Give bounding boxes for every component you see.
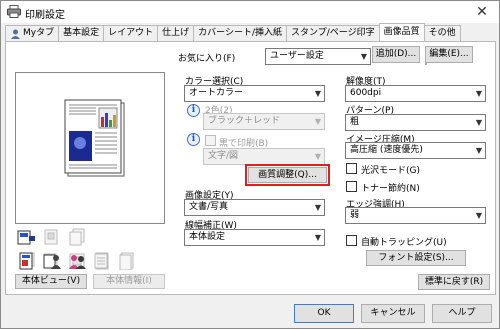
tab-image-quality[interactable]: 画像品質: [378, 23, 425, 41]
toner-save-label: トナー節約(N): [361, 184, 420, 194]
tab-label: スタンプ/ページ印字: [291, 28, 375, 38]
cover-sheet-icon: [19, 252, 33, 270]
two-color-select: ブラック＋レッド ▼: [203, 113, 325, 130]
printer-icon: [7, 5, 21, 18]
font-settings-button[interactable]: フォント設定(S)...: [366, 250, 466, 266]
tab-label: 仕上げ: [162, 28, 190, 38]
edit-favorite-button[interactable]: 編集(E)...: [425, 46, 473, 63]
info-icon: i: [187, 133, 200, 146]
line-width-select[interactable]: 本体設定 ▼: [184, 229, 325, 246]
tab-stamp[interactable]: スタンプ/ページ印字: [286, 25, 380, 41]
compression-select[interactable]: 高圧縮 (速度優先) ▼: [345, 142, 486, 159]
favorites-label: お気に入り(F): [178, 54, 236, 64]
chevron-down-icon: ▼: [314, 89, 321, 98]
copy-pages-icon: [69, 228, 85, 246]
favorites-value: ユーザー設定: [270, 51, 324, 61]
tab-basic[interactable]: 基本設定: [58, 25, 105, 41]
device-view-button[interactable]: 本体ビュー(V): [15, 274, 87, 289]
chevron-down-icon: ▼: [360, 52, 367, 61]
print-queue-icon: [94, 253, 108, 269]
chevron-down-icon: ▼: [314, 117, 321, 126]
auto-trapping-label: 自動トラッピング(U): [361, 238, 447, 248]
tab-label: 基本設定: [63, 28, 100, 38]
chevron-down-icon: ▼: [475, 118, 482, 127]
tab-page: お気に入り(F) ユーザー設定 ▼ 本体ビュー(V) 本体情報(I) カラー選択…: [5, 41, 496, 295]
compression-value: 高圧縮 (速度優先): [350, 145, 423, 155]
gloss-mode-label: 光沢モード(G): [361, 166, 420, 176]
staple-icon: [44, 229, 58, 245]
ok-button[interactable]: OK: [294, 304, 354, 323]
resolution-select[interactable]: 600dpi ▼: [345, 85, 486, 102]
favorites-select[interactable]: ユーザー設定 ▼: [265, 48, 371, 65]
device-info-button: 本体情報(I): [93, 274, 165, 289]
tab-label: カバーシート/挿入紙: [198, 28, 282, 38]
toner-save-checkbox[interactable]: [346, 181, 357, 192]
chevron-down-icon: ▼: [475, 89, 482, 98]
tab-other[interactable]: その他: [423, 25, 461, 41]
secure-print-icon: [119, 252, 134, 270]
line-width-value: 本体設定: [189, 232, 226, 242]
chevron-down-icon: ▼: [314, 233, 321, 242]
quality-adjust-button[interactable]: 画質調整(Q)...: [248, 167, 327, 183]
close-icon[interactable]: ✕: [473, 4, 491, 20]
function-icon-row-2: [15, 252, 165, 274]
resolution-value: 600dpi: [350, 88, 382, 98]
tab-finishing[interactable]: 仕上げ: [157, 25, 195, 41]
chevron-down-icon: ▼: [314, 152, 321, 161]
edge-select[interactable]: 弱 ▼: [345, 207, 486, 224]
image-settings-select[interactable]: 文書/写真 ▼: [184, 199, 325, 216]
black-print-checkbox: [205, 135, 216, 146]
tab-label: その他: [428, 28, 456, 38]
auto-trapping-checkbox[interactable]: [346, 235, 357, 246]
help-button[interactable]: ヘルプ: [432, 304, 492, 323]
chevron-down-icon: ▼: [314, 203, 321, 212]
document-preview-icon: [64, 99, 125, 177]
tab-label: Myタブ: [23, 28, 55, 38]
tab-strip: Myタブ 基本設定 レイアウト 仕上げ カバーシート/挿入紙 スタンプ/ページ印…: [5, 23, 461, 41]
title-bar: 印刷設定 ✕: [1, 1, 499, 23]
gloss-mode-checkbox[interactable]: [346, 163, 357, 174]
output-tray-icon: [17, 230, 35, 245]
user-icon: [11, 29, 20, 39]
info-icon: i: [187, 104, 200, 117]
black-print-select: 文字/図 ▼: [203, 148, 325, 165]
color-select-value: オートカラー: [189, 88, 244, 98]
image-settings-value: 文書/写真: [189, 202, 229, 212]
tab-layout[interactable]: レイアウト: [103, 25, 159, 41]
window-title: 印刷設定: [25, 10, 65, 21]
tab-label: レイアウト: [108, 28, 154, 38]
reset-default-button[interactable]: 標準に戻す(R): [418, 274, 490, 290]
two-color-value: ブラック＋レッド: [208, 116, 281, 126]
pattern-select[interactable]: 粗 ▼: [345, 114, 486, 131]
chevron-down-icon: ▼: [475, 146, 482, 155]
account-track-icon: [69, 255, 86, 269]
tab-mytab[interactable]: Myタブ: [5, 25, 60, 41]
cancel-button[interactable]: キャンセル: [361, 304, 425, 323]
color-select[interactable]: オートカラー ▼: [184, 85, 325, 102]
pattern-value: 粗: [350, 117, 360, 127]
chevron-down-icon: ▼: [475, 211, 482, 220]
edge-value: 弱: [350, 210, 360, 220]
tab-cover-sheet[interactable]: カバーシート/挿入紙: [193, 25, 287, 41]
add-favorite-button[interactable]: 追加(D)...: [372, 46, 420, 63]
black-print-value: 文字/図: [208, 151, 239, 161]
page-preview: [15, 72, 165, 224]
user-auth-icon: [43, 254, 61, 269]
tab-label: 画像品質: [383, 27, 420, 37]
